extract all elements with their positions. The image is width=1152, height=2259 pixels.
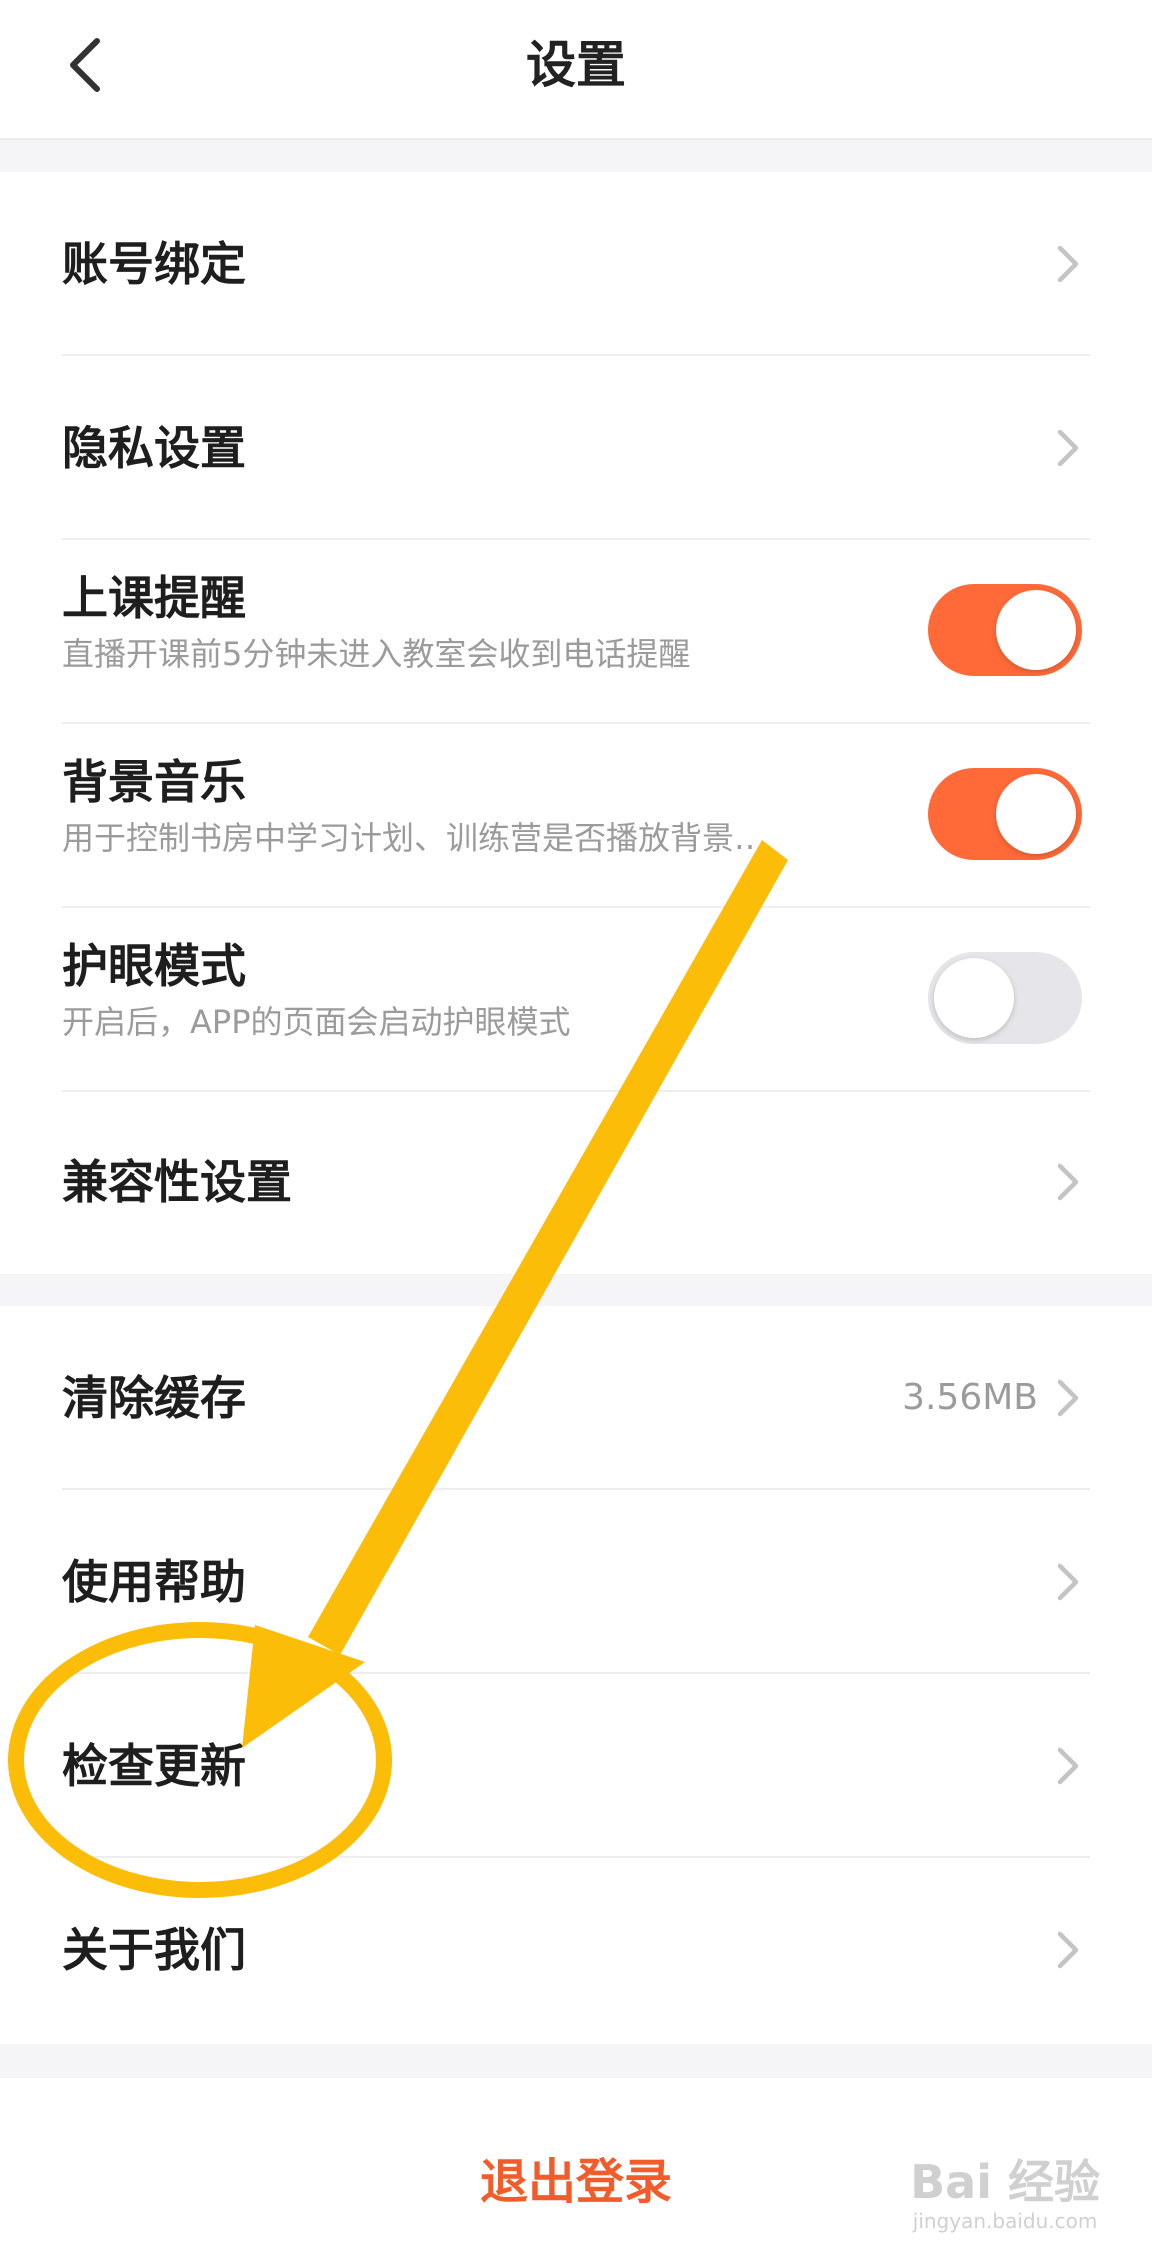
- chevron-right-icon: [1057, 245, 1079, 283]
- chevron-right-icon: [1057, 1747, 1079, 1785]
- row-label: 使用帮助: [62, 1555, 246, 1609]
- row-label: 背景音乐: [62, 755, 246, 809]
- toggle-knob: [996, 590, 1076, 670]
- chevron-right-icon: [1057, 429, 1079, 467]
- background-music-toggle[interactable]: [928, 768, 1082, 860]
- row-description: 用于控制书房中学习计划、训练营是否播放背景…: [62, 819, 767, 857]
- row-label: 检查更新: [62, 1739, 246, 1793]
- row-label: 兼容性设置: [62, 1155, 292, 1209]
- watermark-logo: Bai 经验: [910, 2155, 1100, 2209]
- cache-size-value: 3.56MB: [902, 1377, 1038, 1418]
- row-label: 清除缓存: [62, 1371, 246, 1425]
- row-label: 隐私设置: [62, 421, 246, 475]
- toggle-knob: [934, 958, 1014, 1038]
- row-label: 上课提醒: [62, 571, 246, 625]
- background-music-row: 背景音乐 用于控制书房中学习计划、训练营是否播放背景…: [62, 724, 1090, 908]
- page-title: 设置: [526, 36, 626, 94]
- privacy-settings-row[interactable]: 隐私设置: [62, 356, 1090, 540]
- class-reminder-toggle[interactable]: [928, 584, 1082, 676]
- chevron-right-icon: [1057, 1931, 1079, 1969]
- row-label: 账号绑定: [62, 237, 246, 291]
- row-label: 关于我们: [62, 1923, 246, 1977]
- chevron-right-icon: [1057, 1563, 1079, 1601]
- class-reminder-row: 上课提醒 直播开课前5分钟未进入教室会收到电话提醒: [62, 540, 1090, 724]
- baidu-jingyan-watermark: Bai 经验 jingyan.baidu.com: [910, 2155, 1100, 2233]
- account-binding-row[interactable]: 账号绑定: [62, 172, 1090, 356]
- row-description: 直播开课前5分钟未进入教室会收到电话提醒: [62, 635, 691, 673]
- eye-care-mode-toggle[interactable]: [928, 952, 1082, 1044]
- check-update-row[interactable]: 检查更新: [62, 1674, 1090, 1858]
- toggle-knob: [996, 774, 1076, 854]
- row-description: 开启后，APP的页面会启动护眼模式: [62, 1003, 571, 1041]
- about-us-row[interactable]: 关于我们: [62, 1858, 1090, 2042]
- nav-bar: 设置: [0, 0, 1152, 140]
- help-row[interactable]: 使用帮助: [62, 1490, 1090, 1674]
- row-label: 护眼模式: [62, 939, 246, 993]
- eye-care-mode-row: 护眼模式 开启后，APP的页面会启动护眼模式: [62, 908, 1090, 1092]
- watermark-url: jingyan.baidu.com: [912, 2209, 1098, 2233]
- settings-section-primary: 账号绑定 隐私设置 上课提醒 直播开课前5分钟未进入教室会收到电话提醒 背景音乐…: [0, 172, 1152, 1274]
- chevron-right-icon: [1057, 1163, 1079, 1201]
- settings-section-secondary: 清除缓存 3.56MB 使用帮助 检查更新 关于我们: [0, 1306, 1152, 2044]
- clear-cache-row[interactable]: 清除缓存 3.56MB: [62, 1306, 1090, 1490]
- compatibility-settings-row[interactable]: 兼容性设置: [62, 1090, 1090, 1274]
- chevron-right-icon: [1057, 1379, 1079, 1417]
